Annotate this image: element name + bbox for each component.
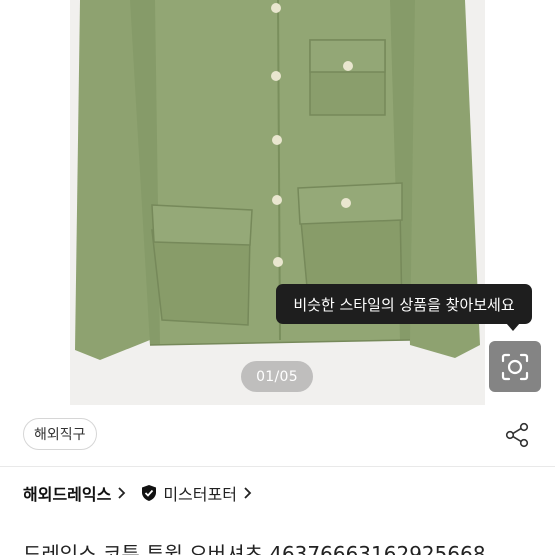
- product-image-gallery[interactable]: 01/05 비슷한 스타일의 상품을 찾아보세요: [0, 0, 555, 405]
- product-photo[interactable]: [70, 0, 485, 405]
- shop-name-link[interactable]: 해외드레익스: [23, 481, 111, 505]
- camera-scan-icon: [501, 353, 529, 380]
- image-search-button[interactable]: [489, 341, 541, 392]
- overshirt-illustration: [75, 0, 480, 360]
- shield-check-icon: [142, 485, 157, 501]
- seller-name-link[interactable]: 미스터포터: [163, 481, 237, 505]
- chevron-right-icon: [118, 487, 126, 499]
- product-title: 드레익스 코튼 투윌 오버셔츠 46376663162925668: [23, 542, 486, 555]
- similar-style-tooltip[interactable]: 비슷한 스타일의 상품을 찾아보세요: [276, 284, 532, 324]
- chevron-right-icon: [244, 487, 252, 499]
- share-icon[interactable]: [503, 421, 531, 449]
- tooltip-arrow: [506, 323, 520, 331]
- image-page-indicator: 01/05: [241, 361, 313, 392]
- overseas-direct-badge: 해외직구: [23, 418, 97, 450]
- shop-info-row: 해외드레익스 미스터포터: [23, 480, 266, 506]
- section-divider: [0, 466, 555, 467]
